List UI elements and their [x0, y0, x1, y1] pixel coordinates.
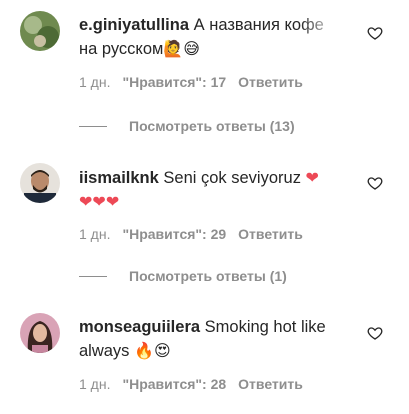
- view-replies-button[interactable]: Посмотреть ответы (1): [79, 268, 287, 284]
- emoji: 🙋😅: [163, 39, 200, 58]
- comment-meta: 1 дн. "Нравится": 29 Ответить: [79, 226, 303, 242]
- emoji: 🔥😍: [134, 341, 171, 360]
- view-replies-button[interactable]: Посмотреть ответы (13): [79, 118, 295, 134]
- comment-age: 1 дн.: [79, 376, 111, 392]
- username[interactable]: iismailknk: [79, 169, 159, 187]
- view-replies-label: Посмотреть ответы (1): [129, 268, 287, 284]
- reply-button[interactable]: Ответить: [238, 74, 303, 90]
- like-heart-icon[interactable]: [367, 175, 383, 191]
- username[interactable]: e.giniyatullina: [79, 16, 189, 34]
- likes-count[interactable]: "Нравится": 29: [122, 226, 226, 242]
- comment-text: Smoking hot like: [204, 318, 326, 336]
- likes-count[interactable]: "Нравится": 17: [122, 74, 226, 90]
- divider-line: [79, 275, 107, 277]
- avatar[interactable]: [20, 11, 60, 51]
- emoji: ❤: [305, 168, 319, 187]
- comment-text: Seni çok seviyoruz: [163, 169, 301, 187]
- comment-text-line2: always: [79, 342, 130, 360]
- like-heart-icon[interactable]: [367, 325, 383, 341]
- divider-line: [79, 125, 107, 127]
- comment-meta: 1 дн. "Нравится": 28 Ответить: [79, 376, 303, 392]
- comment-text-line2: на русском: [79, 40, 164, 58]
- avatar-photo-green: [20, 11, 60, 51]
- comment-meta: 1 дн. "Нравится": 17 Ответить: [79, 74, 303, 90]
- emoji-line2: ❤❤❤: [79, 192, 120, 211]
- comment-body: iismailknk Seni çok seviyoruz ❤ ❤❤❤: [79, 166, 349, 214]
- comment-age: 1 дн.: [79, 74, 111, 90]
- comment-age: 1 дн.: [79, 226, 111, 242]
- avatar-photo-woman: [20, 313, 60, 353]
- avatar[interactable]: [20, 313, 60, 353]
- avatar-photo-man: [20, 163, 60, 203]
- view-replies-label: Посмотреть ответы (13): [129, 118, 295, 134]
- likes-count[interactable]: "Нравится": 28: [122, 376, 226, 392]
- comment-body: monseaguiilera Smoking hot like always 🔥…: [79, 316, 349, 363]
- reply-button[interactable]: Ответить: [238, 226, 303, 242]
- avatar[interactable]: [20, 163, 60, 203]
- reply-button[interactable]: Ответить: [238, 376, 303, 392]
- like-heart-icon[interactable]: [367, 25, 383, 41]
- username[interactable]: monseaguiilera: [79, 318, 200, 336]
- text-fade: [300, 15, 340, 37]
